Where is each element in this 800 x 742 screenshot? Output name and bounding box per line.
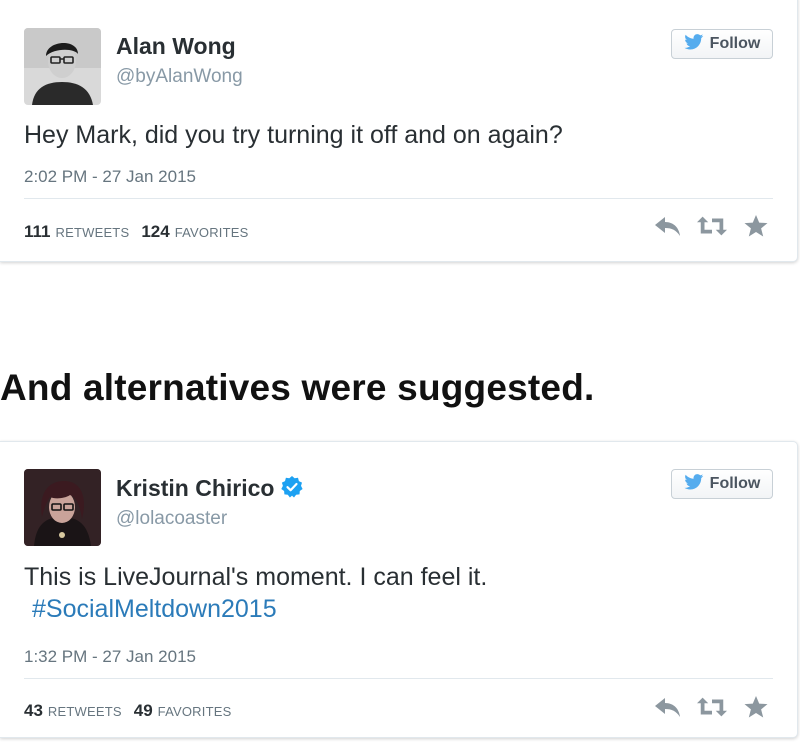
tweet-actions [653, 694, 771, 720]
twitter-bird-icon [683, 33, 704, 55]
tweet-text: Hey Mark, did you try turning it off and… [24, 121, 563, 149]
retweet-label: RETWEETS [55, 225, 130, 240]
divider [24, 198, 773, 199]
display-name[interactable]: Kristin Chirico [116, 475, 304, 505]
reply-icon[interactable] [653, 694, 683, 720]
tweet-text-body: This is LiveJournal's moment. I can feel… [24, 563, 488, 591]
screen-name[interactable]: @byAlanWong [116, 66, 243, 88]
avatar[interactable] [24, 28, 101, 105]
retweet-count[interactable]: 111 [24, 222, 51, 242]
favorite-count[interactable]: 49 [134, 701, 153, 721]
display-name[interactable]: Alan Wong [116, 33, 236, 60]
star-icon[interactable] [741, 694, 771, 720]
section-heading: And alternatives were suggested. [0, 367, 595, 408]
twitter-bird-icon [683, 473, 704, 495]
tweet-text: This is LiveJournal's moment. I can feel… [24, 561, 757, 625]
verified-badge-icon [280, 475, 304, 505]
display-name-text: Kristin Chirico [116, 475, 275, 501]
timestamp[interactable]: 2:02 PM - 27 Jan 2015 [24, 167, 196, 187]
screen-name[interactable]: @lolacoaster [116, 508, 227, 530]
tweet-stats: 111 RETWEETS 124 FAVORITES [24, 222, 249, 242]
display-name-text: Alan Wong [116, 33, 236, 59]
retweet-icon[interactable] [697, 694, 727, 720]
retweet-label: RETWEETS [47, 704, 122, 719]
tweet-card: Kristin Chirico @lolacoaster Follow This… [0, 441, 798, 738]
tweet-stats: 43 RETWEETS 49 FAVORITES [24, 701, 231, 721]
star-icon[interactable] [741, 213, 771, 239]
reply-icon[interactable] [653, 213, 683, 239]
avatar[interactable] [24, 469, 101, 546]
retweet-count[interactable]: 43 [24, 701, 43, 721]
timestamp[interactable]: 1:32 PM - 27 Jan 2015 [24, 647, 196, 667]
favorite-label: FAVORITES [174, 225, 249, 240]
follow-button[interactable]: Follow [671, 469, 773, 499]
tweet-card: Alan Wong @byAlanWong Follow Hey Mark, d… [0, 0, 798, 262]
follow-button[interactable]: Follow [671, 29, 773, 59]
follow-label: Follow [709, 475, 761, 492]
favorite-label: FAVORITES [157, 704, 232, 719]
follow-label: Follow [709, 35, 761, 52]
hashtag-link[interactable]: #SocialMeltdown2015 [32, 595, 277, 623]
retweet-icon[interactable] [697, 213, 727, 239]
divider [24, 678, 773, 679]
favorite-count[interactable]: 124 [141, 222, 169, 242]
tweet-actions [653, 213, 771, 239]
